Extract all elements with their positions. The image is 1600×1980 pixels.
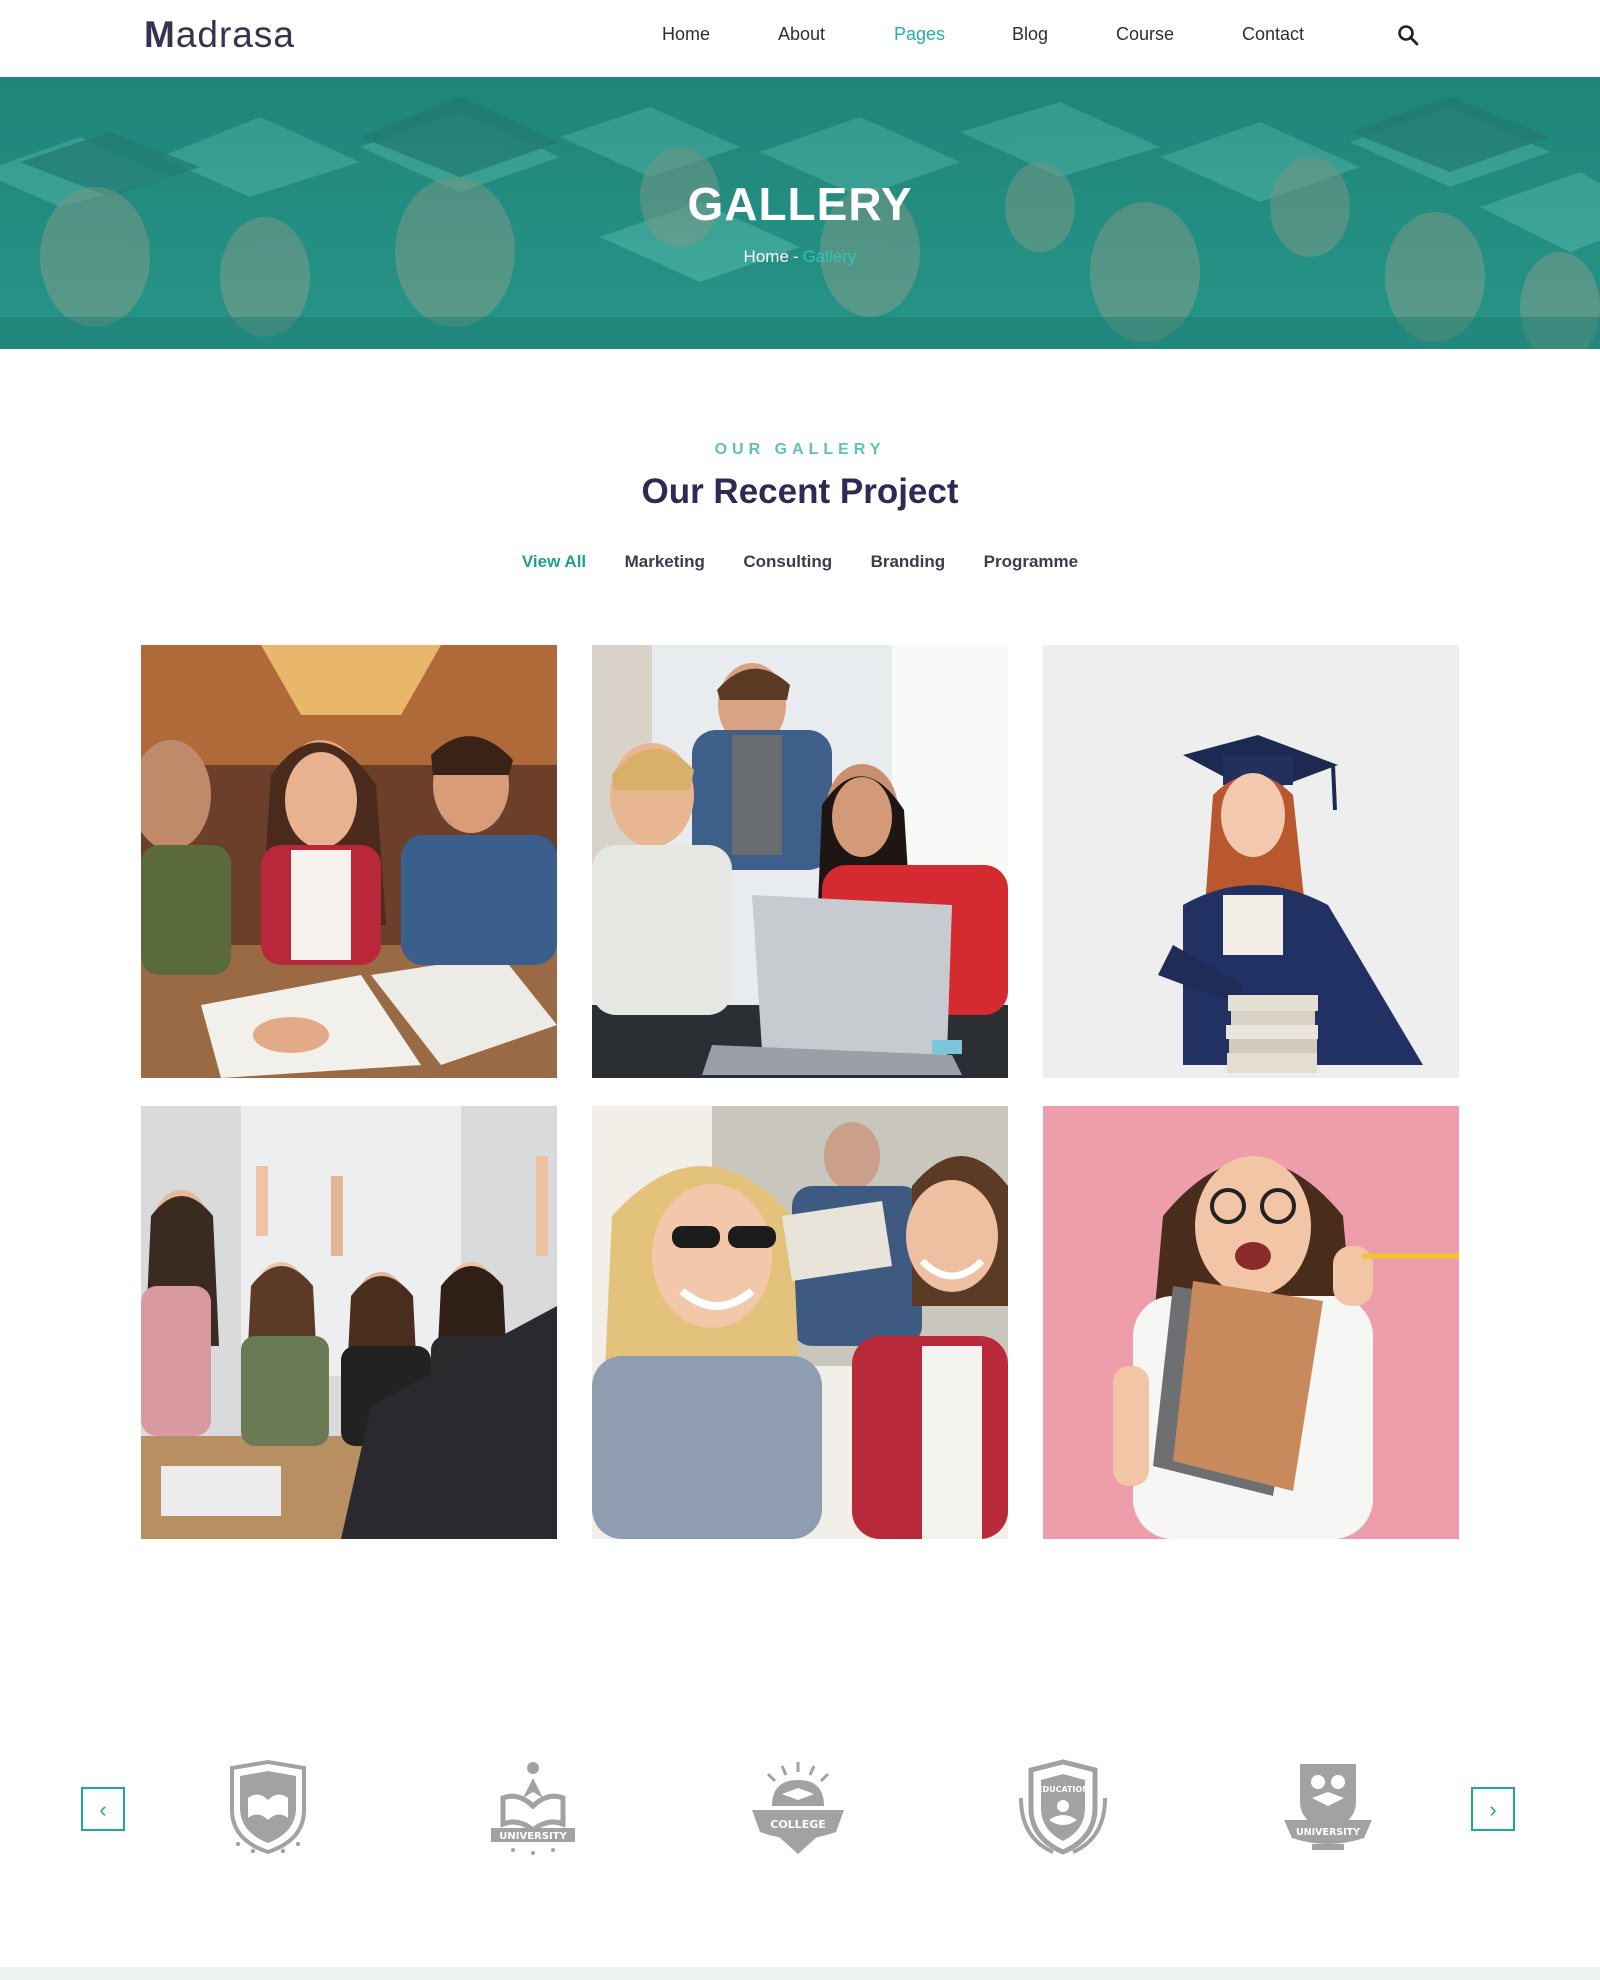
- filter-consulting[interactable]: Consulting: [743, 552, 832, 572]
- college-logo[interactable]: COLLEGE: [748, 1758, 848, 1858]
- section-eyebrow: OUR GALLERY: [714, 441, 886, 458]
- chevron-left-icon: ‹: [99, 1797, 107, 1822]
- nav-about[interactable]: About: [778, 24, 825, 45]
- university-shield-logo[interactable]: UNIVERSITY: [1278, 1758, 1378, 1858]
- filter-branding[interactable]: Branding: [871, 552, 946, 572]
- gallery-item-students-studying[interactable]: [141, 645, 557, 1078]
- breadcrumb-home[interactable]: Home: [744, 247, 789, 266]
- chevron-right-icon: ›: [1489, 1797, 1497, 1822]
- footer-edge: [0, 1967, 1600, 1980]
- page-banner: GALLERY Home - Gallery: [0, 77, 1600, 349]
- gallery-item-students-laptop[interactable]: [592, 645, 1008, 1078]
- carousel-next-button[interactable]: ›: [1471, 1787, 1515, 1831]
- search-icon[interactable]: [1397, 24, 1419, 46]
- girl-notebooks-pink-photo: [1043, 1106, 1459, 1539]
- site-header: Madrasa Home About Pages Blog Course Con…: [0, 0, 1600, 77]
- education-logo[interactable]: EDUCATION: [1013, 1758, 1113, 1858]
- page-title: GALLERY: [687, 178, 913, 230]
- nav-pages[interactable]: Pages: [894, 24, 945, 45]
- filter-programme[interactable]: Programme: [984, 552, 1078, 572]
- breadcrumb-current: Gallery: [802, 247, 857, 266]
- university-logo[interactable]: UNIVERSITY: [483, 1758, 583, 1858]
- filter-marketing[interactable]: Marketing: [625, 552, 705, 572]
- friends-laughing-photo: [592, 1106, 1008, 1539]
- students-studying-photo: [141, 645, 557, 1078]
- university-logo-text: UNIVERSITY: [499, 1831, 567, 1842]
- breadcrumb: Home - Gallery: [0, 247, 1600, 267]
- carousel-prev-button[interactable]: ‹: [81, 1787, 125, 1831]
- nav-course[interactable]: Course: [1116, 24, 1174, 45]
- nav-home[interactable]: Home: [662, 24, 710, 45]
- nav-blog[interactable]: Blog: [1012, 24, 1048, 45]
- graduate-girl-books-photo: [1043, 645, 1459, 1078]
- college-logo-text: COLLEGE: [770, 1818, 826, 1831]
- classroom-hands-raised-photo: [141, 1106, 557, 1539]
- open-book-shield-logo[interactable]: [218, 1758, 318, 1858]
- section-title: Our Recent Project: [641, 472, 959, 511]
- filter-view-all[interactable]: View All: [522, 552, 586, 572]
- main-nav: Home About Pages Blog Course Contact: [0, 24, 1600, 48]
- university-shield-logo-text: UNIVERSITY: [1296, 1827, 1360, 1838]
- gallery-item-friends-laughing[interactable]: [592, 1106, 1008, 1539]
- education-logo-text: EDUCATION: [1037, 1785, 1089, 1794]
- students-laptop-photo: [592, 645, 1008, 1078]
- gallery-item-classroom-hands[interactable]: [141, 1106, 557, 1539]
- nav-contact[interactable]: Contact: [1242, 24, 1304, 45]
- breadcrumb-separator: -: [792, 247, 799, 266]
- gallery-filters: View All Marketing Consulting Branding P…: [0, 552, 1600, 572]
- gallery-item-girl-notebooks[interactable]: [1043, 1106, 1459, 1539]
- gallery-item-graduate-girl[interactable]: [1043, 645, 1459, 1078]
